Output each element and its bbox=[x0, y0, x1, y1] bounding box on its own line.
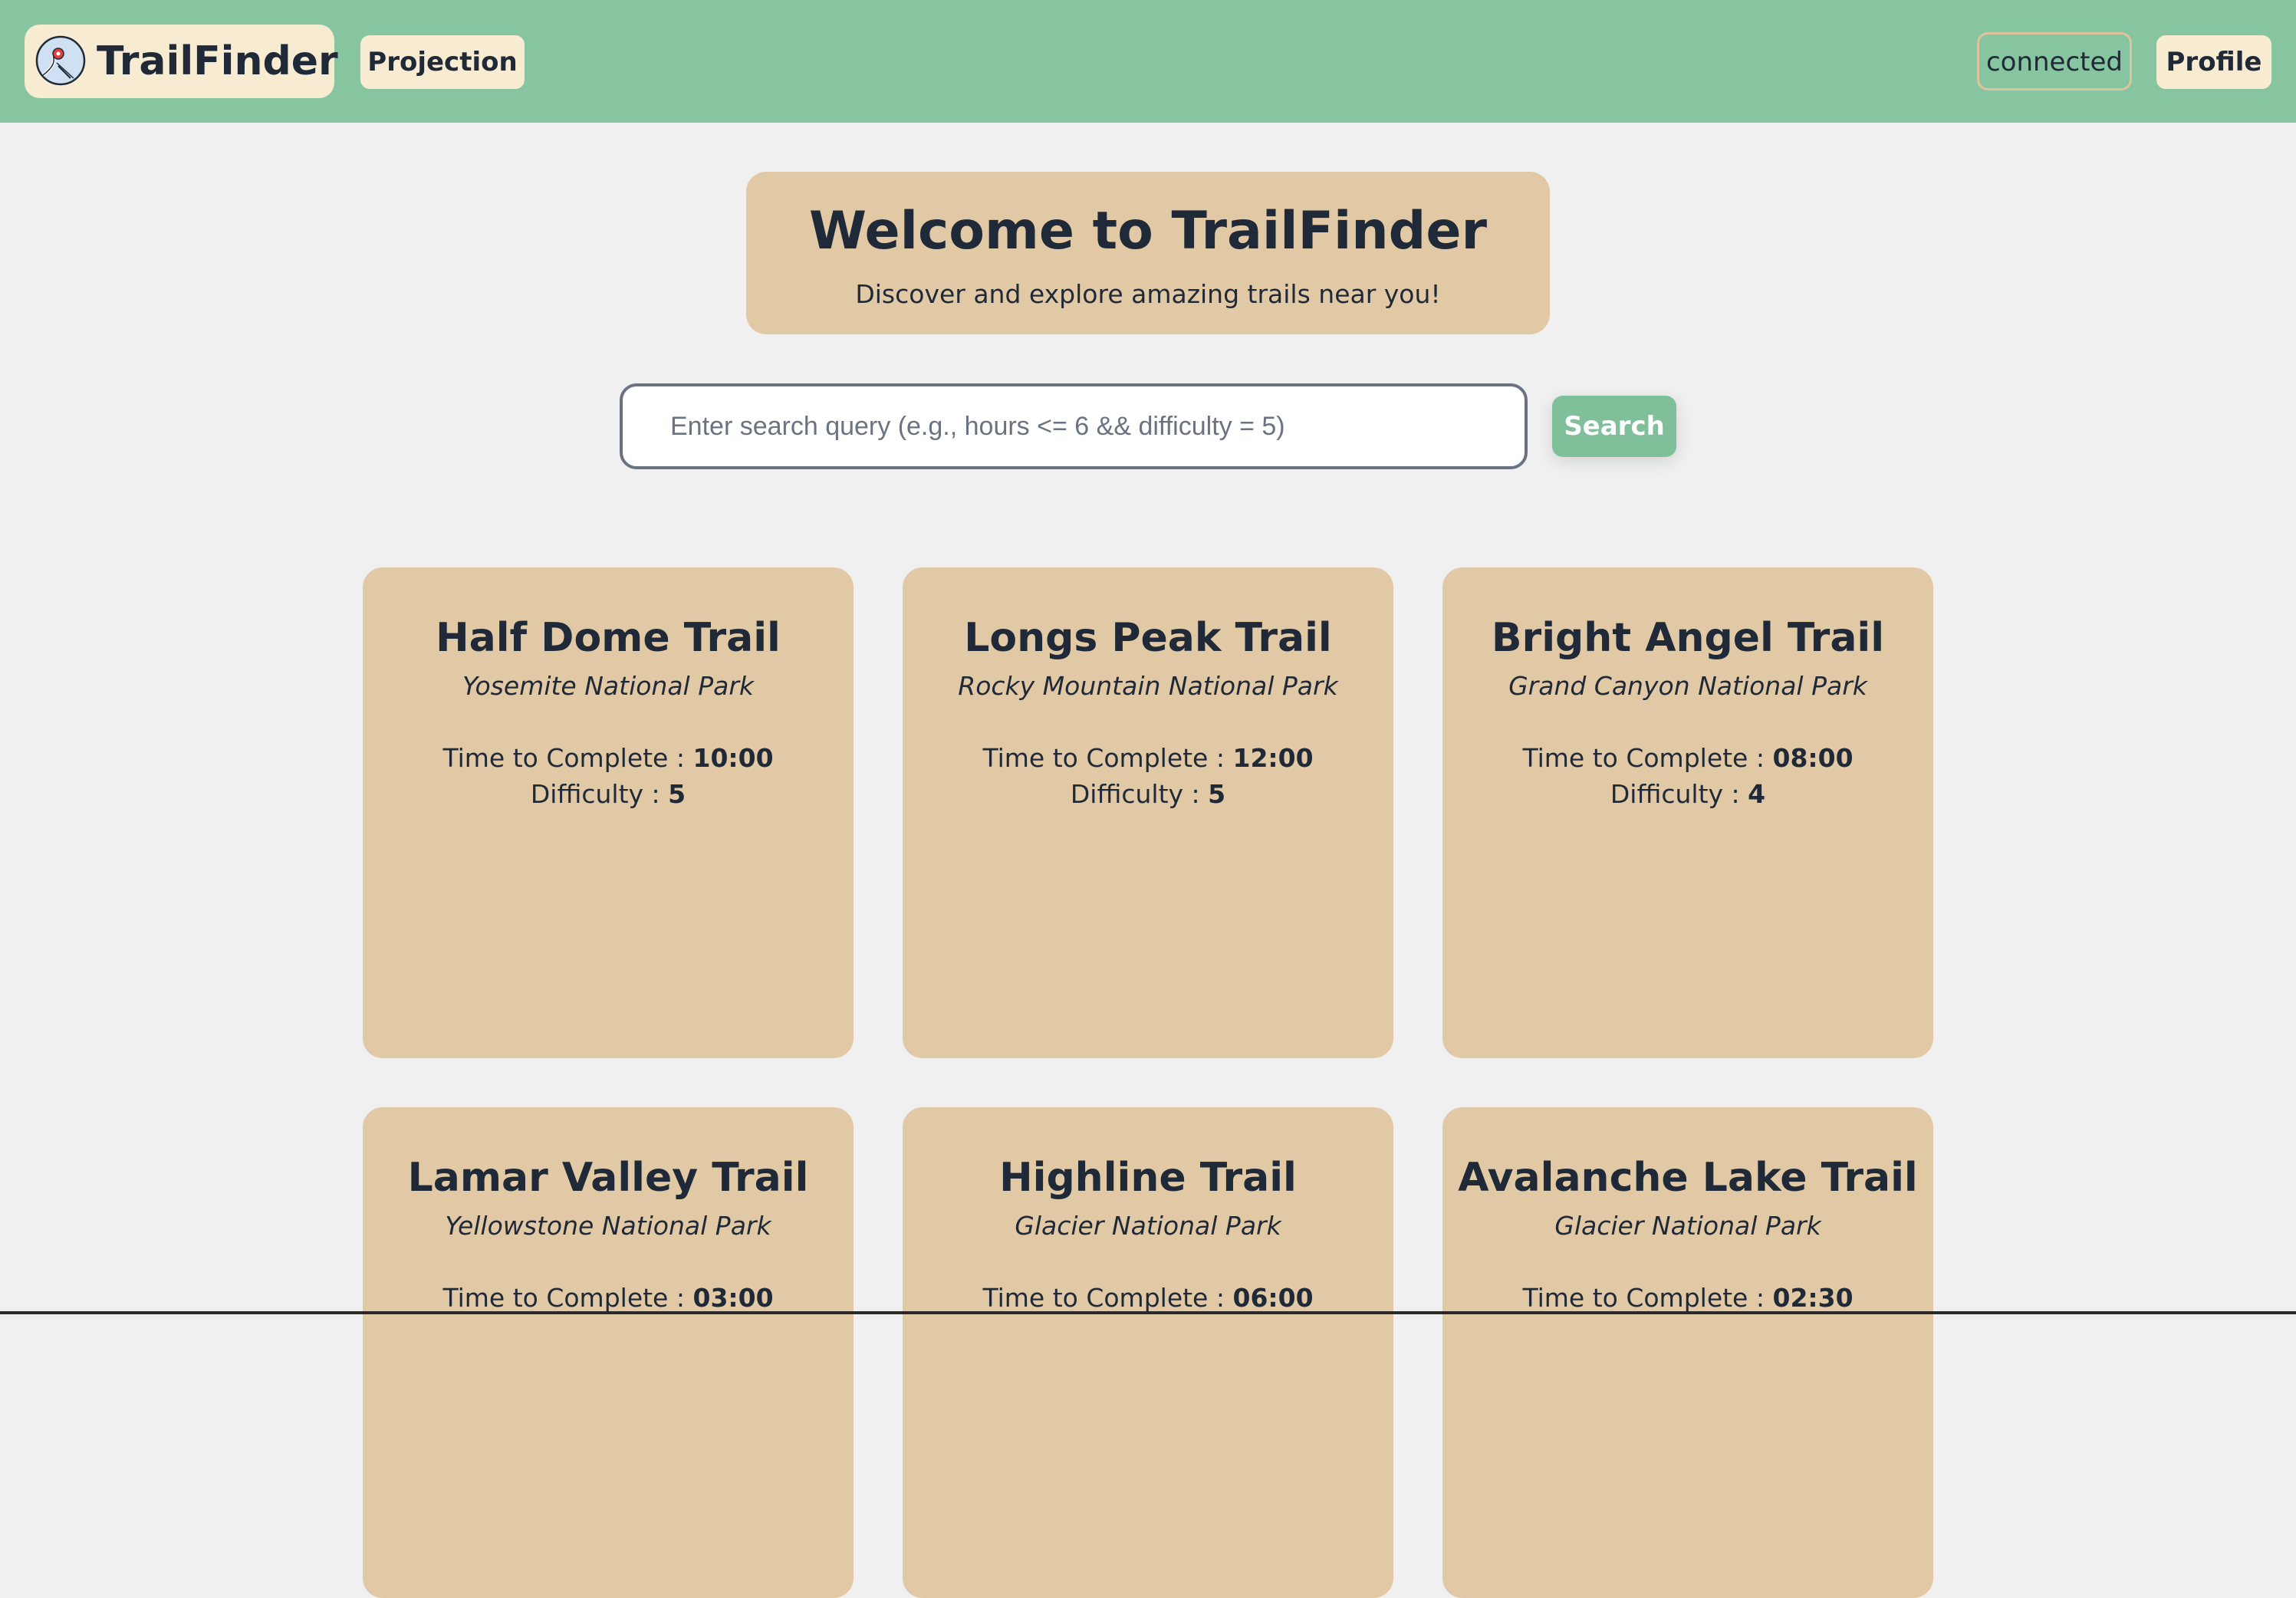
connection-status-badge: connected bbox=[1977, 32, 2132, 90]
time-label: Time to Complete bbox=[442, 743, 669, 773]
trail-map-pin-logo-icon bbox=[35, 35, 86, 86]
trail-difficulty: Difficulty : 4 bbox=[1442, 778, 1933, 811]
trail-time: Time to Complete : 02:30 bbox=[1442, 1282, 1933, 1314]
brand-home-link[interactable]: TrailFinder bbox=[25, 25, 338, 98]
time-separator: : bbox=[676, 1283, 685, 1313]
trail-time: Time to Complete : 08:00 bbox=[1442, 742, 1933, 774]
page-subtitle: Discover and explore amazing trails near… bbox=[855, 279, 1441, 309]
time-value: 10:00 bbox=[692, 743, 774, 773]
trail-difficulty: Difficulty : 5 bbox=[903, 778, 1393, 811]
trail-card[interactable]: Bright Angel Trail Grand Canyon National… bbox=[1442, 567, 1933, 1058]
time-value: 02:30 bbox=[1772, 1283, 1854, 1313]
trail-time: Time to Complete : 10:00 bbox=[363, 742, 854, 774]
brand-name: TrailFinder bbox=[97, 38, 338, 84]
time-label: Time to Complete bbox=[982, 743, 1209, 773]
search-input[interactable] bbox=[620, 383, 1528, 469]
trail-name: Lamar Valley Trail bbox=[407, 1155, 809, 1201]
time-label: Time to Complete bbox=[1522, 743, 1748, 773]
difficulty-label: Difficulty bbox=[1610, 779, 1724, 809]
time-separator: : bbox=[676, 743, 685, 773]
trail-card[interactable]: Highline Trail Glacier National Park Tim… bbox=[903, 1107, 1393, 1598]
trail-card[interactable]: Longs Peak Trail Rocky Mountain National… bbox=[903, 567, 1393, 1058]
trail-park: Glacier National Park bbox=[1015, 1211, 1281, 1241]
trail-time: Time to Complete : 06:00 bbox=[903, 1282, 1393, 1314]
page-title: Welcome to TrailFinder bbox=[808, 201, 1488, 261]
app-header: TrailFinder Projection connected Profile bbox=[0, 0, 2296, 123]
trail-name: Longs Peak Trail bbox=[964, 615, 1332, 661]
time-value: 12:00 bbox=[1232, 743, 1314, 773]
profile-button[interactable]: Profile bbox=[2156, 35, 2271, 89]
trail-time: Time to Complete : 03:00 bbox=[363, 1282, 854, 1314]
trail-card[interactable]: Lamar Valley Trail Yellowstone National … bbox=[363, 1107, 854, 1598]
search-button[interactable]: Search bbox=[1552, 396, 1676, 457]
projection-button[interactable]: Projection bbox=[360, 35, 525, 89]
trail-park: Rocky Mountain National Park bbox=[958, 671, 1338, 701]
trail-park: Grand Canyon National Park bbox=[1508, 671, 1867, 701]
trail-card[interactable]: Half Dome Trail Yosemite National Park T… bbox=[363, 567, 854, 1058]
time-separator: : bbox=[1755, 1283, 1765, 1313]
trail-name: Bright Angel Trail bbox=[1491, 615, 1885, 661]
trail-time: Time to Complete : 12:00 bbox=[903, 742, 1393, 774]
difficulty-separator: : bbox=[651, 779, 660, 809]
difficulty-value: 4 bbox=[1748, 779, 1766, 809]
difficulty-separator: : bbox=[1731, 779, 1740, 809]
trail-card[interactable]: Avalanche Lake Trail Glacier National Pa… bbox=[1442, 1107, 1933, 1598]
trail-park: Yosemite National Park bbox=[462, 671, 755, 701]
difficulty-value: 5 bbox=[668, 779, 686, 809]
time-separator: : bbox=[1755, 743, 1765, 773]
trail-park: Yellowstone National Park bbox=[445, 1211, 771, 1241]
window-bottom-edge bbox=[0, 1311, 2296, 1314]
difficulty-value: 5 bbox=[1208, 779, 1226, 809]
time-separator: : bbox=[1215, 743, 1225, 773]
time-label: Time to Complete bbox=[982, 1283, 1209, 1313]
time-label: Time to Complete bbox=[442, 1283, 669, 1313]
difficulty-label: Difficulty bbox=[1070, 779, 1184, 809]
time-separator: : bbox=[1215, 1283, 1225, 1313]
difficulty-separator: : bbox=[1191, 779, 1200, 809]
trail-difficulty: Difficulty : 5 bbox=[363, 778, 854, 811]
welcome-banner: Welcome to TrailFinder Discover and expl… bbox=[746, 172, 1550, 334]
trail-name: Avalanche Lake Trail bbox=[1458, 1155, 1918, 1201]
time-value: 03:00 bbox=[692, 1283, 774, 1313]
trail-name: Half Dome Trail bbox=[436, 615, 781, 661]
time-value: 06:00 bbox=[1232, 1283, 1314, 1313]
trail-name: Highline Trail bbox=[999, 1155, 1297, 1201]
trail-park: Glacier National Park bbox=[1554, 1211, 1821, 1241]
time-label: Time to Complete bbox=[1522, 1283, 1748, 1313]
time-value: 08:00 bbox=[1772, 743, 1854, 773]
difficulty-label: Difficulty bbox=[530, 779, 644, 809]
